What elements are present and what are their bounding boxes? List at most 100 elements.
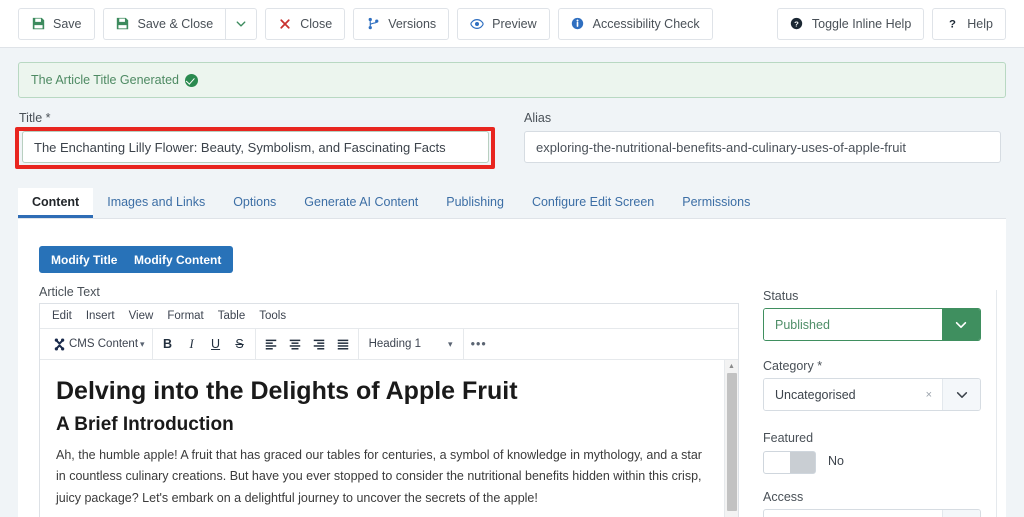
- editor-scrollbar[interactable]: ▲: [724, 360, 738, 517]
- align-left-icon[interactable]: [260, 333, 282, 355]
- editor-menu-insert[interactable]: Insert: [80, 308, 121, 324]
- success-alert-message: The Article Title Generated: [31, 73, 179, 87]
- tab-generate-ai-content[interactable]: Generate AI Content: [290, 188, 432, 218]
- title-input-value: The Enchanting Lilly Flower: Beauty, Sym…: [34, 139, 446, 155]
- versions-button-label: Versions: [388, 16, 437, 31]
- editor-menubar: Edit Insert View Format Table Tools: [40, 304, 738, 329]
- tab-configure-edit-screen[interactable]: Configure Edit Screen: [518, 188, 668, 218]
- bold-button[interactable]: B: [157, 333, 179, 355]
- versions-button[interactable]: Versions: [353, 7, 450, 40]
- article-text-editor: Edit Insert View Format Table Tools CMS …: [39, 303, 739, 517]
- close-x-icon: [278, 17, 292, 31]
- editor-menu-format[interactable]: Format: [161, 308, 209, 324]
- chevron-down-icon: [234, 17, 248, 31]
- article-text-label: Article Text: [39, 285, 100, 299]
- scrollbar-thumb[interactable]: [727, 373, 737, 511]
- featured-toggle-knob: [764, 452, 790, 473]
- document-paragraph: Ah, the humble apple! A fruit that has g…: [56, 447, 702, 505]
- info-circle-icon: [571, 17, 585, 31]
- alias-input-value: exploring-the-nutritional-benefits-and-c…: [536, 139, 906, 155]
- tab-images-and-links[interactable]: Images and Links: [93, 188, 219, 218]
- alias-field-label: Alias: [524, 111, 552, 125]
- tab-content[interactable]: Content: [18, 188, 94, 218]
- editor-menu-table[interactable]: Table: [212, 308, 252, 324]
- save-button[interactable]: Save: [18, 7, 95, 40]
- title-input[interactable]: The Enchanting Lilly Flower: Beauty, Sym…: [22, 131, 489, 163]
- strikethrough-button[interactable]: S: [229, 333, 251, 355]
- help-button[interactable]: ? Help: [932, 7, 1006, 40]
- status-value: Published: [764, 309, 942, 340]
- underline-button[interactable]: U: [205, 333, 227, 355]
- save-and-close-button[interactable]: Save & Close: [102, 7, 226, 40]
- status-select[interactable]: Published: [763, 308, 981, 341]
- accessibility-check-button[interactable]: Accessibility Check: [557, 7, 713, 40]
- chevron-down-icon: ▾: [140, 338, 145, 349]
- sidebar-divider: [996, 290, 997, 517]
- code-branch-icon: [366, 17, 380, 31]
- chevron-down-icon: ▾: [448, 338, 453, 349]
- alias-input[interactable]: exploring-the-nutritional-benefits-and-c…: [524, 131, 1001, 163]
- access-select[interactable]: [763, 509, 981, 517]
- text-format-group: B I U S: [151, 329, 255, 359]
- eye-icon: [470, 17, 484, 31]
- save-icon: [116, 17, 130, 31]
- chevron-down-icon[interactable]: [942, 309, 980, 340]
- more-group: •••: [462, 329, 494, 359]
- svg-text:?: ?: [795, 19, 800, 28]
- save-options-dropdown-button[interactable]: [225, 7, 258, 40]
- category-select[interactable]: Uncategorised ×: [763, 378, 981, 411]
- success-alert: The Article Title Generated: [18, 62, 1006, 98]
- align-center-icon[interactable]: [284, 333, 306, 355]
- block-format-value: Heading 1: [368, 338, 421, 350]
- tab-permissions[interactable]: Permissions: [668, 188, 764, 218]
- close-button[interactable]: Close: [265, 7, 346, 40]
- modify-content-button[interactable]: Modify Content: [122, 246, 234, 273]
- tab-publishing[interactable]: Publishing: [432, 188, 518, 218]
- category-label: Category *: [763, 359, 823, 373]
- help-button-label: Help: [967, 16, 993, 31]
- featured-label: Featured: [763, 431, 814, 445]
- block-format-select[interactable]: Heading 1 ▾: [363, 333, 459, 355]
- status-label: Status: [763, 289, 799, 303]
- question-circle-icon: ?: [790, 17, 804, 31]
- question-mark-icon: ?: [945, 17, 959, 31]
- editor-menu-view[interactable]: View: [123, 308, 160, 324]
- featured-toggle[interactable]: [763, 451, 816, 474]
- more-toolbar-button[interactable]: •••: [468, 333, 490, 355]
- joomla-logo-icon: [52, 337, 67, 352]
- editor-menu-edit[interactable]: Edit: [46, 308, 78, 324]
- editor-menu-tools[interactable]: Tools: [253, 308, 292, 324]
- editor-toolbar: CMS Content ▾ B I U S Heading 1 ▾ •••: [40, 329, 738, 360]
- modify-title-button[interactable]: Modify Title: [39, 246, 130, 273]
- main-toolbar: Save Save & Close Close Versions Preview…: [0, 0, 1024, 48]
- preview-button-label: Preview: [492, 16, 537, 31]
- article-edit-page: Save Save & Close Close Versions Preview…: [0, 0, 1024, 517]
- italic-button[interactable]: I: [181, 333, 203, 355]
- scroll-up-arrow-icon[interactable]: ▲: [725, 360, 738, 373]
- category-value-wrap: Uncategorised ×: [764, 379, 942, 410]
- save-and-close-label: Save & Close: [137, 16, 214, 31]
- alignment-group: [254, 329, 358, 359]
- title-field-label: Title *: [19, 111, 51, 125]
- accessibility-check-label: Accessibility Check: [592, 16, 700, 31]
- align-justify-icon[interactable]: [332, 333, 354, 355]
- svg-text:?: ?: [949, 19, 956, 30]
- cms-content-group: CMS Content ▾: [45, 329, 152, 359]
- check-circle-icon: [185, 73, 198, 87]
- toggle-inline-help-button[interactable]: ? Toggle Inline Help: [776, 7, 925, 40]
- category-value: Uncategorised: [775, 387, 856, 402]
- align-right-icon[interactable]: [308, 333, 330, 355]
- edit-tabs: Content Images and Links Options Generat…: [18, 188, 1006, 219]
- preview-button[interactable]: Preview: [457, 7, 550, 40]
- editor-content-area[interactable]: Delving into the Delights of Apple Fruit…: [40, 360, 738, 517]
- access-label: Access: [763, 490, 804, 504]
- tab-options[interactable]: Options: [219, 188, 290, 218]
- clear-category-icon[interactable]: ×: [926, 389, 934, 401]
- cms-content-button[interactable]: CMS Content ▾: [49, 333, 148, 355]
- chevron-down-icon[interactable]: [942, 379, 980, 410]
- save-and-close-split: Save & Close: [102, 7, 258, 40]
- save-icon: [31, 17, 45, 31]
- featured-value: No: [828, 454, 844, 468]
- document-heading-2: A Brief Introduction: [56, 414, 234, 435]
- chevron-down-icon[interactable]: [942, 510, 980, 517]
